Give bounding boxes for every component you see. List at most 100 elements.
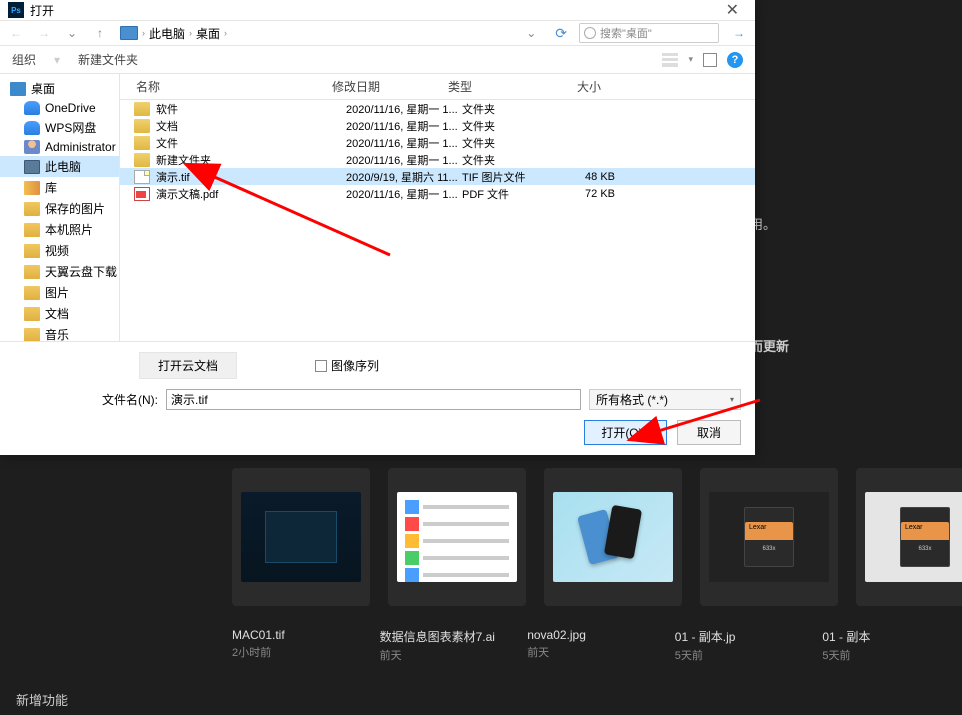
- view-mode-icon[interactable]: [662, 53, 678, 67]
- tree-music[interactable]: 音乐: [0, 324, 119, 341]
- file-row[interactable]: 演示文稿.pdf2020/11/16, 星期一 1...PDF 文件72 KB: [120, 185, 755, 202]
- thumbnail[interactable]: [544, 468, 682, 606]
- folder-icon: [24, 328, 40, 342]
- nav-up-icon[interactable]: ↑: [92, 25, 108, 41]
- file-date: 2020/11/16, 星期一 1...: [346, 152, 462, 168]
- organize-button[interactable]: 组织: [12, 51, 36, 68]
- thumbnail[interactable]: [388, 468, 526, 606]
- nav-forward-icon[interactable]: →: [36, 25, 52, 41]
- filename-label: 文件名(N):: [102, 391, 158, 408]
- file-name: 软件: [156, 101, 346, 117]
- tree-pictures[interactable]: 图片: [0, 282, 119, 303]
- tree-label: 保存的图片: [45, 200, 105, 217]
- open-cloud-button[interactable]: 打开云文档: [139, 352, 237, 379]
- breadcrumb[interactable]: › 此电脑 › 桌面 ›: [120, 25, 511, 42]
- chevron-down-icon[interactable]: ▾: [688, 54, 693, 65]
- folder-icon: [24, 223, 40, 237]
- file-row[interactable]: 新建文件夹2020/11/16, 星期一 1...文件夹: [120, 151, 755, 168]
- column-type[interactable]: 类型: [448, 78, 544, 95]
- checkbox-icon: [315, 360, 327, 372]
- breadcrumb-item[interactable]: 此电脑: [149, 25, 185, 42]
- file-date: 2020/11/16, 星期一 1...: [346, 135, 462, 151]
- tree-label: WPS网盘: [45, 119, 96, 136]
- open-button[interactable]: 打开(O) ▾: [584, 420, 667, 445]
- file-rows: 软件2020/11/16, 星期一 1...文件夹文档2020/11/16, 星…: [120, 100, 755, 341]
- thumbnail-image: [241, 492, 361, 582]
- partial-text-2: 而更新: [750, 336, 789, 355]
- tree-saved-pics[interactable]: 保存的图片: [0, 198, 119, 219]
- tree-label: 视频: [45, 242, 69, 259]
- tree-label: 音乐: [45, 326, 69, 341]
- tree-local-pics[interactable]: 本机照片: [0, 219, 119, 240]
- file-row[interactable]: 文档2020/11/16, 星期一 1...文件夹: [120, 117, 755, 134]
- filter-dropdown[interactable]: 所有格式 (*.*): [589, 389, 741, 410]
- file-row[interactable]: 软件2020/11/16, 星期一 1...文件夹: [120, 100, 755, 117]
- tree-label: OneDrive: [45, 101, 96, 115]
- tree-label: 库: [45, 179, 57, 196]
- chevron-right-icon[interactable]: ›: [142, 28, 145, 38]
- folder-icon: [134, 102, 150, 116]
- tree-videos[interactable]: 视频: [0, 240, 119, 261]
- folder-icon: [134, 153, 150, 167]
- cloud-icon: [24, 101, 40, 115]
- preview-pane-icon[interactable]: [703, 53, 717, 67]
- thumbnail[interactable]: Lexar633x: [700, 468, 838, 606]
- filename-input[interactable]: [166, 389, 581, 410]
- cancel-button[interactable]: 取消: [677, 420, 741, 445]
- nav-bar: ← → ⌄ ↑ › 此电脑 › 桌面 › ⌄ ⟳ 搜索"桌面" →: [0, 20, 755, 46]
- new-folder-button[interactable]: 新建文件夹: [78, 51, 138, 68]
- tree-label: 本机照片: [45, 221, 93, 238]
- open-file-dialog: Ps 打开 ✕ ← → ⌄ ↑ › 此电脑 › 桌面 › ⌄ ⟳ 搜索"桌面" …: [0, 0, 755, 455]
- column-date[interactable]: 修改日期: [332, 78, 448, 95]
- column-name[interactable]: 名称: [120, 78, 332, 95]
- tree-admin[interactable]: Administrator: [0, 138, 119, 156]
- tree-library[interactable]: 库: [0, 177, 119, 198]
- dialog-titlebar[interactable]: Ps 打开 ✕: [0, 0, 755, 20]
- chevron-right-icon[interactable]: ›: [189, 28, 192, 38]
- file-type: 文件夹: [462, 135, 558, 151]
- file-row[interactable]: 演示.tif2020/9/19, 星期六 11...TIF 图片文件48 KB: [120, 168, 755, 185]
- folder-tree[interactable]: 桌面 OneDrive WPS网盘 Administrator 此电脑 库 保存…: [0, 74, 120, 341]
- file-type: PDF 文件: [462, 186, 558, 202]
- tree-desktop[interactable]: 桌面: [0, 78, 119, 99]
- desktop-icon: [10, 82, 26, 96]
- thumb-time: 前天: [380, 647, 510, 663]
- thumbnail[interactable]: [232, 468, 370, 606]
- image-sequence-checkbox[interactable]: 图像序列: [315, 357, 379, 374]
- search-icon[interactable]: →: [731, 25, 747, 41]
- file-name: 新建文件夹: [156, 152, 346, 168]
- file-date: 2020/11/16, 星期一 1...: [346, 118, 462, 134]
- pdf-icon: [134, 187, 150, 201]
- thumb-time: 5天前: [675, 647, 805, 663]
- tree-this-pc[interactable]: 此电脑: [0, 156, 119, 177]
- search-input[interactable]: 搜索"桌面": [579, 23, 719, 43]
- thumbnail-image: [397, 492, 517, 582]
- chevron-right-icon[interactable]: ›: [224, 28, 227, 38]
- tree-onedrive[interactable]: OneDrive: [0, 99, 119, 117]
- file-size: 48 KB: [558, 171, 623, 183]
- nav-back-icon[interactable]: ←: [8, 25, 24, 41]
- tree-tianyi[interactable]: 天翼云盘下载: [0, 261, 119, 282]
- file-date: 2020/11/16, 星期一 1...: [346, 101, 462, 117]
- help-icon[interactable]: ?: [727, 52, 743, 68]
- close-button[interactable]: ✕: [718, 0, 747, 20]
- tree-label: 天翼云盘下载: [45, 263, 117, 280]
- tree-wps[interactable]: WPS网盘: [0, 117, 119, 138]
- file-row[interactable]: 文件2020/11/16, 星期一 1...文件夹: [120, 134, 755, 151]
- dialog-title: 打开: [30, 2, 54, 19]
- chevron-down-icon[interactable]: ⌄: [523, 25, 539, 41]
- refresh-icon[interactable]: ⟳: [555, 25, 567, 42]
- thumb-time: 2小时前: [232, 644, 362, 660]
- file-type: 文件夹: [462, 118, 558, 134]
- tree-documents[interactable]: 文档: [0, 303, 119, 324]
- breadcrumb-item[interactable]: 桌面: [196, 25, 220, 42]
- file-size: 72 KB: [558, 188, 623, 200]
- chevron-down-icon[interactable]: ⌄: [64, 25, 80, 41]
- column-size[interactable]: 大小: [544, 78, 609, 95]
- file-list-header[interactable]: 名称 修改日期 类型 大小: [120, 74, 755, 100]
- thumb-title: 01 - 副本: [822, 628, 952, 645]
- folder-icon: [24, 286, 40, 300]
- thumbnail[interactable]: Lexar633x: [856, 468, 962, 606]
- thumb-title: nova02.jpg: [527, 628, 657, 642]
- file-type: 文件夹: [462, 152, 558, 168]
